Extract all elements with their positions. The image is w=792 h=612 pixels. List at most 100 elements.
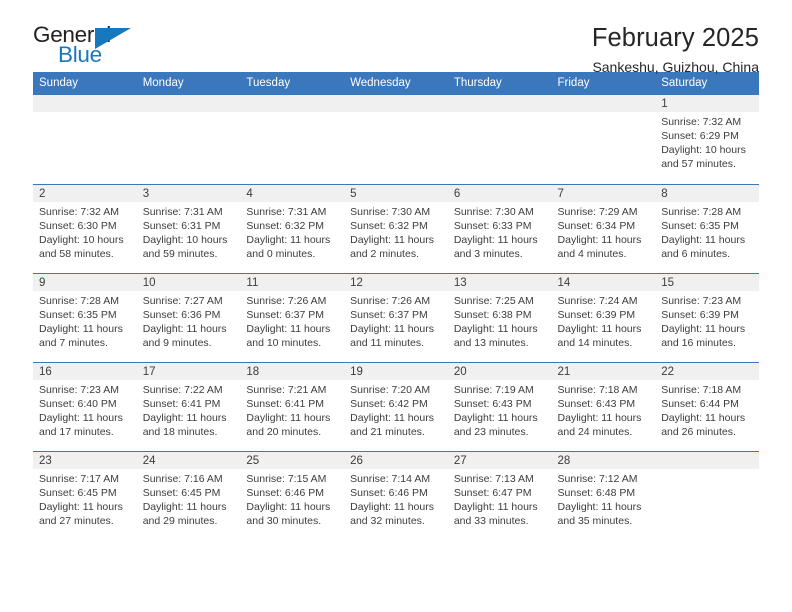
daylight-text: Daylight: 11 hours and 27 minutes. xyxy=(39,500,123,527)
calendar-day-cell[interactable]: 14 Sunrise: 7:24 AM Sunset: 6:39 PM Dayligh… xyxy=(551,272,656,362)
weekday-header-thursday: Thursday xyxy=(447,72,552,95)
calendar-day-cell[interactable]: 21 Sunrise: 7:18 AM Sunset: 6:43 PM Dayligh… xyxy=(551,361,656,451)
daylight-text: Daylight: 11 hours and 29 minutes. xyxy=(142,500,227,527)
sunset-text: Sunset: 6:29 PM xyxy=(661,130,739,143)
day-details: Sunrise: 7:23 AM Sunset: 6:39 PM Daylight:… xyxy=(655,291,759,350)
day-details: Sunrise: 7:30 AM Sunset: 6:33 PM Daylight:… xyxy=(448,202,552,261)
daylight-text: Daylight: 11 hours and 7 minutes. xyxy=(39,322,123,349)
calendar-cell-empty xyxy=(344,95,448,184)
calendar-week-row: 23 Sunrise: 7:17 AM Sunset: 6:45 PM Dayligh… xyxy=(33,450,759,540)
day-number: 1 xyxy=(655,95,759,112)
day-number: 11 xyxy=(240,273,345,291)
day-number xyxy=(655,451,759,469)
day-number: 20 xyxy=(447,362,552,380)
calendar-day-cell[interactable]: 17 Sunrise: 7:22 AM Sunset: 6:41 PM Dayligh… xyxy=(136,361,241,451)
calendar-cell-empty xyxy=(447,95,552,184)
day-details: Sunrise: 7:24 AM Sunset: 6:39 PM Daylight:… xyxy=(552,291,656,350)
sunrise-text: Sunrise: 7:23 AM xyxy=(39,383,119,396)
sunset-text: Sunset: 6:36 PM xyxy=(142,308,221,321)
calendar-day-cell[interactable]: 26 Sunrise: 7:14 AM Sunset: 6:46 PM Dayligh… xyxy=(344,450,448,540)
calendar-day-cell[interactable]: 1 Sunrise: 7:32 AM Sunset: 6:29 PM Daylight… xyxy=(655,95,759,184)
weekday-header-monday: Monday xyxy=(136,72,241,95)
daylight-text: Daylight: 10 hours and 59 minutes. xyxy=(142,233,228,260)
calendar-day-cell[interactable]: 6 Sunrise: 7:30 AM Sunset: 6:33 PM Daylight… xyxy=(447,183,552,273)
sunrise-text: Sunrise: 7:14 AM xyxy=(350,472,431,485)
calendar-day-cell[interactable]: 10 Sunrise: 7:27 AM Sunset: 6:36 PM Dayligh… xyxy=(136,272,241,362)
weekday-header-sunday: Sunday xyxy=(33,72,137,95)
day-number xyxy=(447,95,552,112)
calendar-cell-empty xyxy=(655,450,759,540)
day-number: 15 xyxy=(655,273,759,291)
day-details: Sunrise: 7:19 AM Sunset: 6:43 PM Daylight:… xyxy=(448,380,552,439)
calendar-day-cell[interactable]: 16 Sunrise: 7:23 AM Sunset: 6:40 PM Dayligh… xyxy=(33,361,137,451)
calendar-day-cell[interactable]: 4 Sunrise: 7:31 AM Sunset: 6:32 PM Daylight… xyxy=(240,183,345,273)
sunrise-text: Sunrise: 7:13 AM xyxy=(453,472,534,485)
day-number: 13 xyxy=(447,273,552,291)
sunset-text: Sunset: 6:46 PM xyxy=(350,486,428,499)
sunrise-text: Sunrise: 7:28 AM xyxy=(39,294,119,307)
sunset-text: Sunset: 6:41 PM xyxy=(142,397,221,410)
day-number: 28 xyxy=(551,451,656,469)
day-details: Sunrise: 7:28 AM Sunset: 6:35 PM Daylight:… xyxy=(655,202,759,261)
sunset-text: Sunset: 6:32 PM xyxy=(246,219,325,232)
calendar-day-cell[interactable]: 9 Sunrise: 7:28 AM Sunset: 6:35 PM Daylight… xyxy=(33,272,137,362)
day-number: 27 xyxy=(447,451,552,469)
day-number xyxy=(344,95,448,112)
sunset-text: Sunset: 6:45 PM xyxy=(142,486,221,499)
calendar-day-cell[interactable]: 20 Sunrise: 7:19 AM Sunset: 6:43 PM Dayligh… xyxy=(447,361,552,451)
daylight-text: Daylight: 10 hours and 58 minutes. xyxy=(39,233,124,260)
day-details: Sunrise: 7:28 AM Sunset: 6:35 PM Daylight:… xyxy=(33,291,137,350)
sunset-text: Sunset: 6:44 PM xyxy=(661,397,739,410)
calendar-day-cell[interactable]: 25 Sunrise: 7:15 AM Sunset: 6:46 PM Dayligh… xyxy=(240,450,345,540)
day-details: Sunrise: 7:32 AM Sunset: 6:30 PM Daylight:… xyxy=(33,202,137,261)
sunrise-text: Sunrise: 7:17 AM xyxy=(39,472,119,485)
calendar-grid: Sunday Monday Tuesday Wednesday Thursday… xyxy=(33,72,759,540)
sunrise-text: Sunrise: 7:25 AM xyxy=(453,294,534,307)
sunset-text: Sunset: 6:37 PM xyxy=(350,308,428,321)
sunset-text: Sunset: 6:46 PM xyxy=(246,486,325,499)
calendar-day-cell[interactable]: 8 Sunrise: 7:28 AM Sunset: 6:35 PM Daylight… xyxy=(655,183,759,273)
daylight-text: Daylight: 11 hours and 35 minutes. xyxy=(557,500,642,527)
calendar-week-row: 16 Sunrise: 7:23 AM Sunset: 6:40 PM Dayligh… xyxy=(33,361,759,451)
day-details: Sunrise: 7:20 AM Sunset: 6:42 PM Daylight:… xyxy=(344,380,448,439)
location-subtitle: Sankeshu, Guizhou, China xyxy=(592,59,759,75)
calendar-day-cell[interactable]: 22 Sunrise: 7:18 AM Sunset: 6:44 PM Dayligh… xyxy=(655,361,759,451)
calendar-day-cell[interactable]: 13 Sunrise: 7:25 AM Sunset: 6:38 PM Dayligh… xyxy=(447,272,552,362)
sunset-text: Sunset: 6:39 PM xyxy=(557,308,636,321)
sunset-text: Sunset: 6:38 PM xyxy=(453,308,532,321)
calendar-week-row: 9 Sunrise: 7:28 AM Sunset: 6:35 PM Daylight… xyxy=(33,272,759,362)
sunrise-text: Sunrise: 7:30 AM xyxy=(453,205,534,218)
day-number xyxy=(136,95,241,112)
calendar-day-cell[interactable]: 12 Sunrise: 7:26 AM Sunset: 6:37 PM Dayligh… xyxy=(344,272,448,362)
daylight-text: Daylight: 11 hours and 11 minutes. xyxy=(350,322,434,349)
day-details: Sunrise: 7:15 AM Sunset: 6:46 PM Daylight:… xyxy=(240,469,344,528)
daylight-text: Daylight: 10 hours and 57 minutes. xyxy=(661,144,746,171)
calendar-week-row: 1 Sunrise: 7:32 AM Sunset: 6:29 PM Daylight… xyxy=(33,95,759,184)
calendar-day-cell[interactable]: 7 Sunrise: 7:29 AM Sunset: 6:34 PM Daylight… xyxy=(551,183,656,273)
sunrise-text: Sunrise: 7:15 AM xyxy=(246,472,327,485)
calendar-day-cell[interactable]: 5 Sunrise: 7:30 AM Sunset: 6:32 PM Daylight… xyxy=(344,183,448,273)
day-number: 17 xyxy=(136,362,241,380)
calendar-day-cell[interactable]: 27 Sunrise: 7:13 AM Sunset: 6:47 PM Dayligh… xyxy=(447,450,552,540)
day-details: Sunrise: 7:31 AM Sunset: 6:31 PM Daylight:… xyxy=(137,202,241,261)
day-number: 12 xyxy=(344,273,448,291)
calendar-day-cell[interactable]: 19 Sunrise: 7:20 AM Sunset: 6:42 PM Dayligh… xyxy=(344,361,448,451)
calendar-day-cell[interactable]: 28 Sunrise: 7:12 AM Sunset: 6:48 PM Dayligh… xyxy=(551,450,656,540)
calendar-day-cell[interactable]: 15 Sunrise: 7:23 AM Sunset: 6:39 PM Dayligh… xyxy=(655,272,759,362)
daylight-text: Daylight: 11 hours and 23 minutes. xyxy=(453,411,538,438)
calendar-day-cell[interactable]: 3 Sunrise: 7:31 AM Sunset: 6:31 PM Daylight… xyxy=(136,183,241,273)
daylight-text: Daylight: 11 hours and 18 minutes. xyxy=(142,411,227,438)
day-number xyxy=(551,95,656,112)
day-details: Sunrise: 7:26 AM Sunset: 6:37 PM Daylight:… xyxy=(344,291,448,350)
sunset-text: Sunset: 6:34 PM xyxy=(557,219,636,232)
calendar-day-cell[interactable]: 18 Sunrise: 7:21 AM Sunset: 6:41 PM Dayligh… xyxy=(240,361,345,451)
daylight-text: Daylight: 11 hours and 26 minutes. xyxy=(661,411,746,438)
calendar-day-cell[interactable]: 2 Sunrise: 7:32 AM Sunset: 6:30 PM Daylight… xyxy=(33,183,137,273)
calendar-day-cell[interactable]: 24 Sunrise: 7:16 AM Sunset: 6:45 PM Dayligh… xyxy=(136,450,241,540)
weekday-header-tuesday: Tuesday xyxy=(240,72,345,95)
sunset-text: Sunset: 6:40 PM xyxy=(39,397,117,410)
calendar-day-cell[interactable]: 11 Sunrise: 7:26 AM Sunset: 6:37 PM Dayligh… xyxy=(240,272,345,362)
sunset-text: Sunset: 6:43 PM xyxy=(557,397,636,410)
day-number: 25 xyxy=(240,451,345,469)
calendar-day-cell[interactable]: 23 Sunrise: 7:17 AM Sunset: 6:45 PM Dayligh… xyxy=(33,450,137,540)
